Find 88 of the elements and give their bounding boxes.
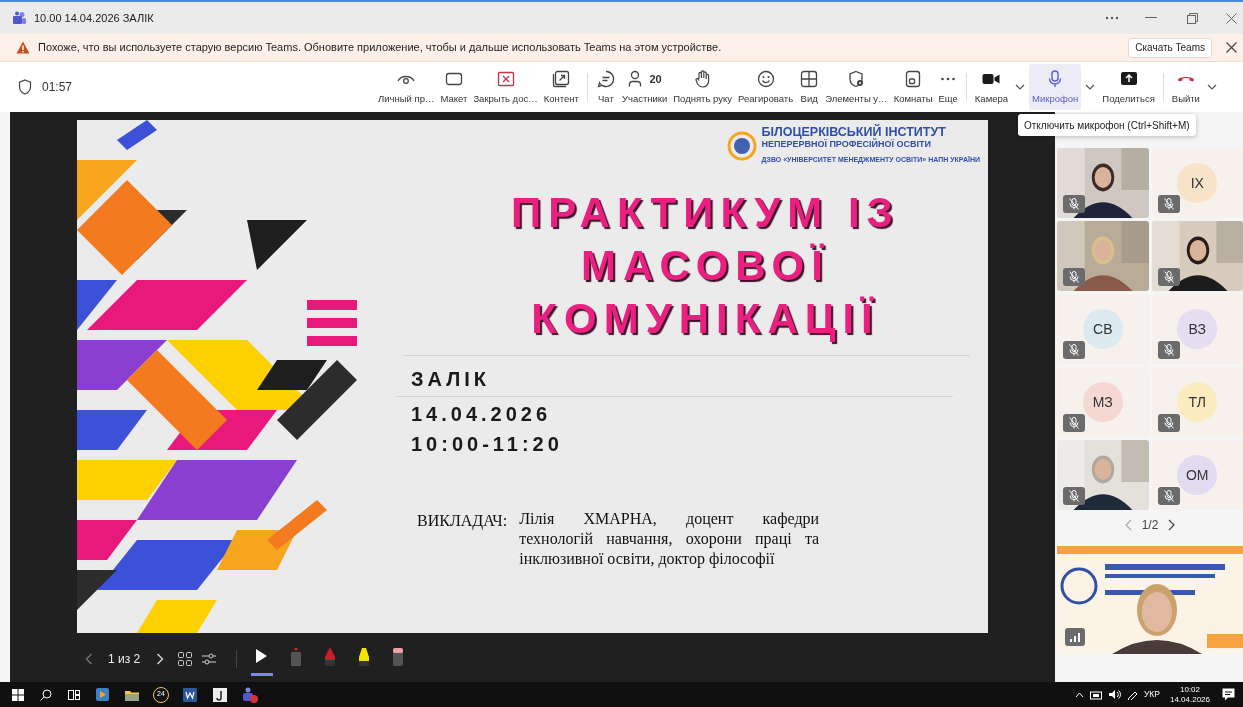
microphone-off-icon (1069, 198, 1079, 210)
task-view-icon[interactable] (68, 688, 80, 701)
caret-icon[interactable] (1015, 84, 1026, 90)
teacher-info: Лілія ХМАРНА, доцент кафедри технологій навчання, охорони праці та інклюзивної освіти, доктор філософії (519, 508, 820, 569)
teams-icon[interactable] (241, 685, 259, 704)
people-button[interactable]: 20 Участники (618, 64, 671, 110)
meeting-timer: 01:57 (42, 79, 73, 96)
slide-title-line: ПРАКТИКУМ ІЗ (511, 187, 900, 238)
shield-icon (18, 79, 32, 95)
volume-icon[interactable] (1107, 689, 1121, 700)
microphone-button[interactable]: Микрофон (1029, 64, 1082, 110)
microphone-off-icon (1069, 417, 1079, 429)
microphone-off-icon (1163, 271, 1174, 283)
hang-up-button[interactable]: Выйти (1168, 64, 1203, 110)
media-player-icon[interactable] (96, 688, 109, 701)
chat-button[interactable]: Чат (592, 64, 619, 110)
more-icon[interactable] (1105, 16, 1119, 20)
chat-icon (595, 68, 616, 89)
close-share-button[interactable]: Закрыть дос… (470, 64, 541, 110)
avatar-initials: ОМ (1185, 465, 1209, 485)
warning-icon (16, 41, 30, 54)
page-indicator: 1 из 2 (108, 651, 141, 668)
layout-button[interactable]: Макет (437, 64, 471, 110)
download-button[interactable]: Скачать Teams (1128, 37, 1212, 58)
tooltip-text: Отключить микрофон (Ctrl+Shift+M) (1024, 118, 1190, 133)
rooms-button[interactable]: Комнаты (890, 64, 936, 110)
chevron-left-icon[interactable] (85, 653, 93, 665)
eye-button[interactable]: Личный пр… (375, 64, 438, 110)
grid-icon[interactable] (178, 652, 193, 666)
shield-gear-button[interactable]: Элементы у… (822, 64, 891, 110)
microphone-off-icon (1163, 490, 1174, 502)
settings-icon[interactable] (202, 653, 217, 665)
clock-date: 14.04.2026 (1169, 694, 1210, 705)
teams-icon (12, 11, 26, 25)
chevron-up-icon[interactable] (1074, 691, 1084, 698)
share-button[interactable]: Поделиться (1099, 64, 1158, 110)
microphone-off-icon (1163, 198, 1174, 210)
slide-detail: ЗАЛІК (411, 366, 490, 392)
pen-icon[interactable] (1126, 689, 1138, 700)
content-button[interactable]: Контент (540, 64, 582, 110)
institute-logo-icon (727, 130, 758, 161)
grid-icon (799, 68, 820, 89)
microphone-off-icon (1163, 344, 1174, 356)
avatar-initials: МЗ (1092, 392, 1113, 412)
avatar-initials: ВЗ (1188, 319, 1206, 339)
restore-icon[interactable] (1187, 12, 1198, 24)
grid-button[interactable]: Вид (796, 64, 823, 110)
slide-title-line: МАСОВОЇ (581, 240, 830, 291)
chevron-right-icon[interactable] (1168, 519, 1176, 531)
close-icon[interactable] (1226, 42, 1237, 53)
banner-message: Похоже, что вы используете старую версию Teams. Обновите приложение, чтобы и дальше использовать Teams на этом устройстве. (38, 40, 722, 56)
slide-title-line: КОМУНІКАЦІЇ (531, 293, 880, 344)
caret-icon[interactable] (1085, 84, 1096, 90)
page-indicator: 1/2 (1141, 517, 1159, 534)
folder-icon[interactable] (125, 688, 139, 701)
slide-detail: 14.04.2026 (411, 401, 552, 427)
hang-up-icon (1176, 75, 1195, 82)
camera-button[interactable]: Камера (971, 64, 1012, 110)
teacher-label: ВИКЛАДАЧ: (417, 510, 508, 532)
logo-subtitle: НЕПЕРЕРВНОЇ ПРОФЕСІЙНОЇ ОСВІТИ (761, 139, 932, 150)
smile-icon (755, 68, 776, 89)
more-button[interactable]: Еще (935, 64, 961, 110)
more-icon (941, 76, 956, 81)
microphone-off-icon (1163, 417, 1174, 429)
avatar-initials: СВ (1093, 319, 1113, 339)
clock-time: 10:02 (1179, 684, 1200, 695)
notification-icon[interactable] (1222, 688, 1235, 701)
microphone-off-icon (1069, 271, 1079, 283)
smile-button[interactable]: Реагировать (735, 64, 797, 110)
avatar-initials: ТЛ (1188, 392, 1206, 412)
caret-icon[interactable] (1206, 84, 1217, 90)
minimize-icon[interactable] (1145, 17, 1157, 19)
network-icon[interactable] (1089, 689, 1102, 700)
avatar-initials: ІХ (1190, 173, 1204, 193)
signal-icon (1070, 632, 1080, 642)
microphone-off-icon (1069, 490, 1079, 502)
slide-detail: 10:00-11:20 (411, 431, 563, 457)
language-indicator: УКР (1143, 688, 1160, 701)
windows-icon[interactable] (12, 688, 24, 701)
window-title: 10.00 14.04.2026 ЗАЛІК (34, 10, 154, 26)
word-icon[interactable] (183, 687, 197, 702)
content-icon (551, 68, 572, 89)
hand-button[interactable]: Поднять руку (670, 64, 735, 110)
participant-count: 20 (649, 71, 662, 87)
search-icon[interactable] (40, 688, 52, 701)
logo-title: БІЛОЦЕРКІВСЬКИЙ ІНСТИТУТ (761, 126, 947, 139)
close-icon[interactable] (1226, 12, 1237, 24)
microphone-off-icon (1069, 344, 1079, 356)
